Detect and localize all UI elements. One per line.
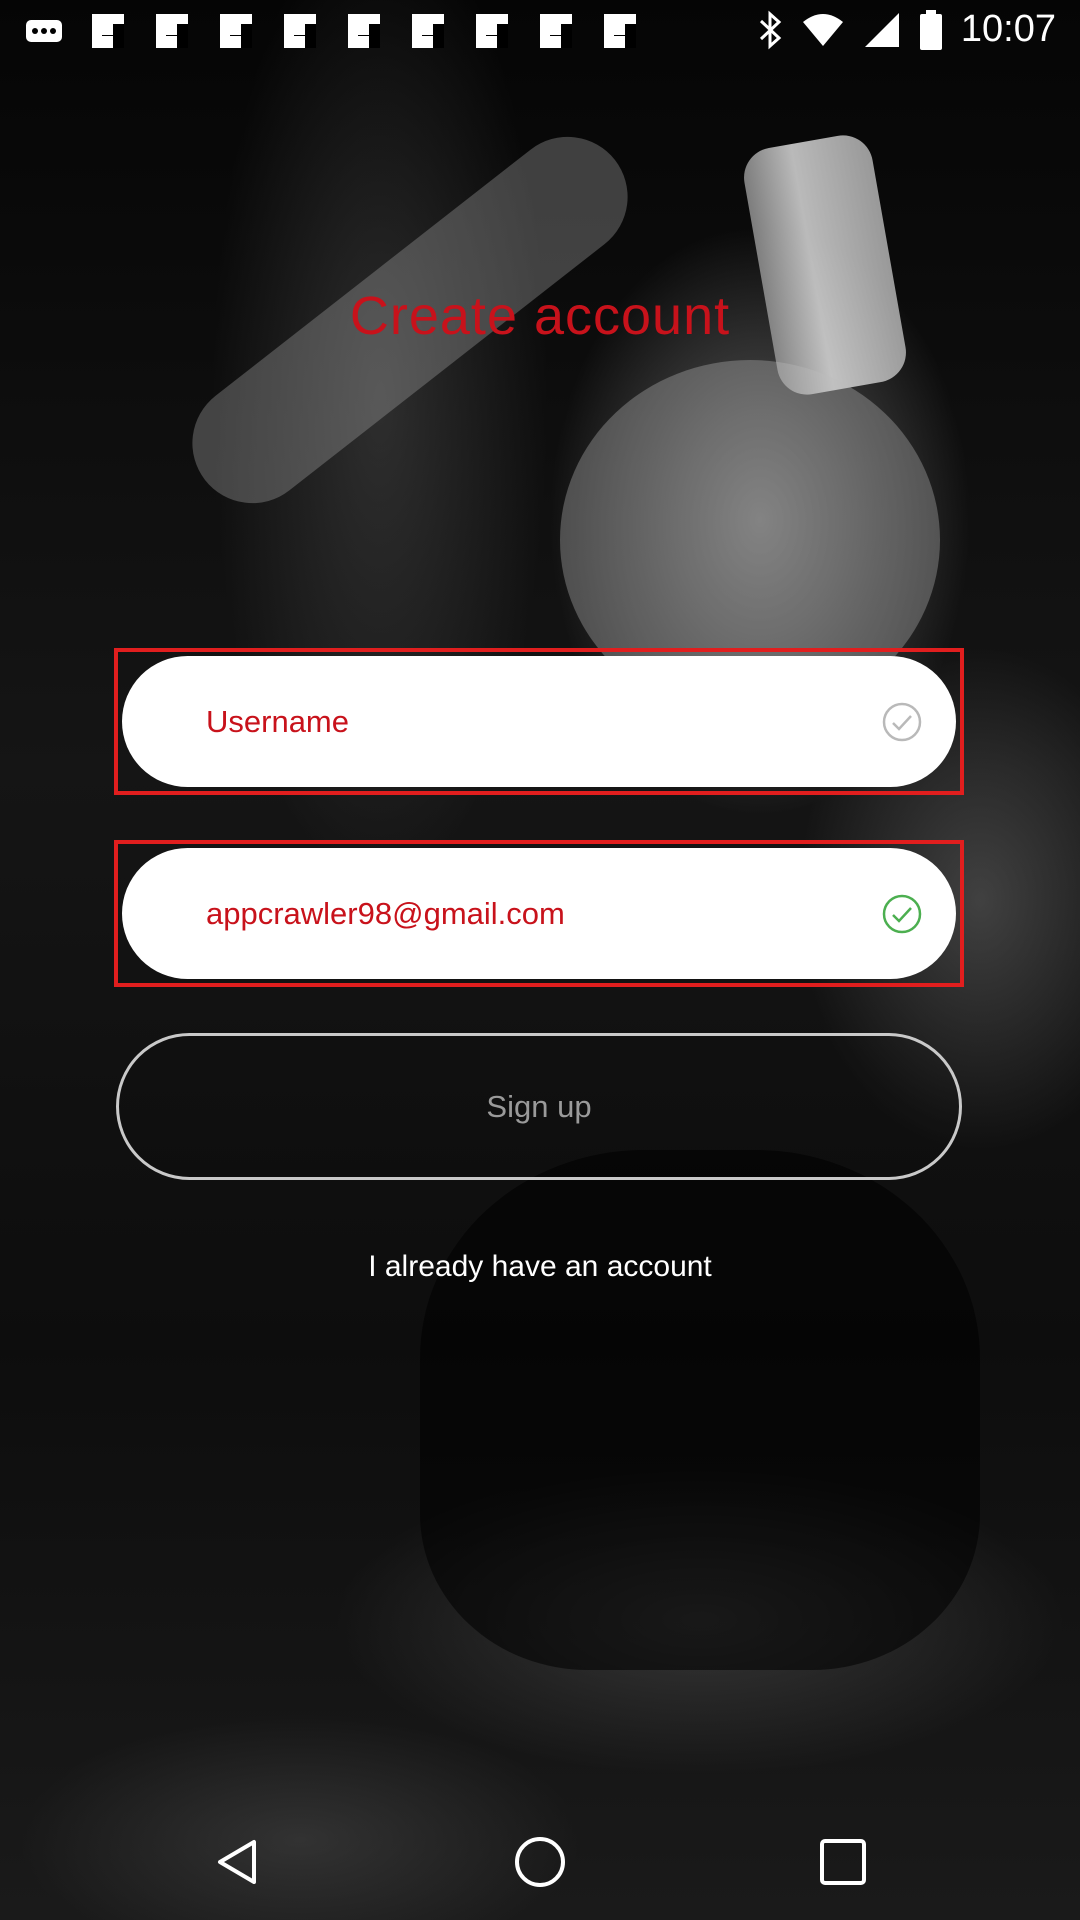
username-placeholder[interactable]: Username xyxy=(206,704,882,740)
bluetooth-icon xyxy=(759,10,782,49)
email-value[interactable]: appcrawler98@gmail.com xyxy=(206,896,882,932)
wifi-icon xyxy=(802,13,843,46)
notification-icons xyxy=(24,12,640,50)
email-field[interactable]: appcrawler98@gmail.com xyxy=(122,848,956,979)
page-title: Create account xyxy=(349,286,731,346)
home-icon[interactable] xyxy=(510,1832,570,1892)
flipboard-icon xyxy=(540,14,572,48)
flipboard-icon xyxy=(92,14,124,48)
back-icon[interactable] xyxy=(208,1832,268,1892)
username-field-highlight: Username xyxy=(114,648,964,795)
username-field[interactable]: Username xyxy=(122,656,956,787)
flipboard-icon xyxy=(348,14,380,48)
flipboard-icon xyxy=(412,14,444,48)
recents-icon[interactable] xyxy=(813,1832,873,1892)
login-link[interactable]: I already have an account xyxy=(0,1250,1080,1284)
flipboard-icon xyxy=(156,14,188,48)
photo-can xyxy=(739,130,911,400)
system-icons: 10:07 xyxy=(757,8,1056,51)
battery-icon xyxy=(919,9,942,50)
check-circle-icon xyxy=(882,894,922,933)
email-field-highlight: appcrawler98@gmail.com xyxy=(114,840,964,987)
flipboard-icon xyxy=(604,14,636,48)
flipboard-icon xyxy=(284,14,316,48)
more-icon xyxy=(26,20,62,42)
status-bar: 10:07 xyxy=(0,0,1080,63)
clock: 10:07 xyxy=(960,8,1056,50)
signup-button[interactable]: Sign up xyxy=(116,1033,962,1180)
check-circle-icon xyxy=(882,702,922,741)
photo-torso xyxy=(420,1150,980,1670)
flipboard-icon xyxy=(220,14,252,48)
flipboard-icon xyxy=(476,14,508,48)
signal-icon xyxy=(864,12,899,47)
navigation-bar xyxy=(0,1800,1080,1920)
